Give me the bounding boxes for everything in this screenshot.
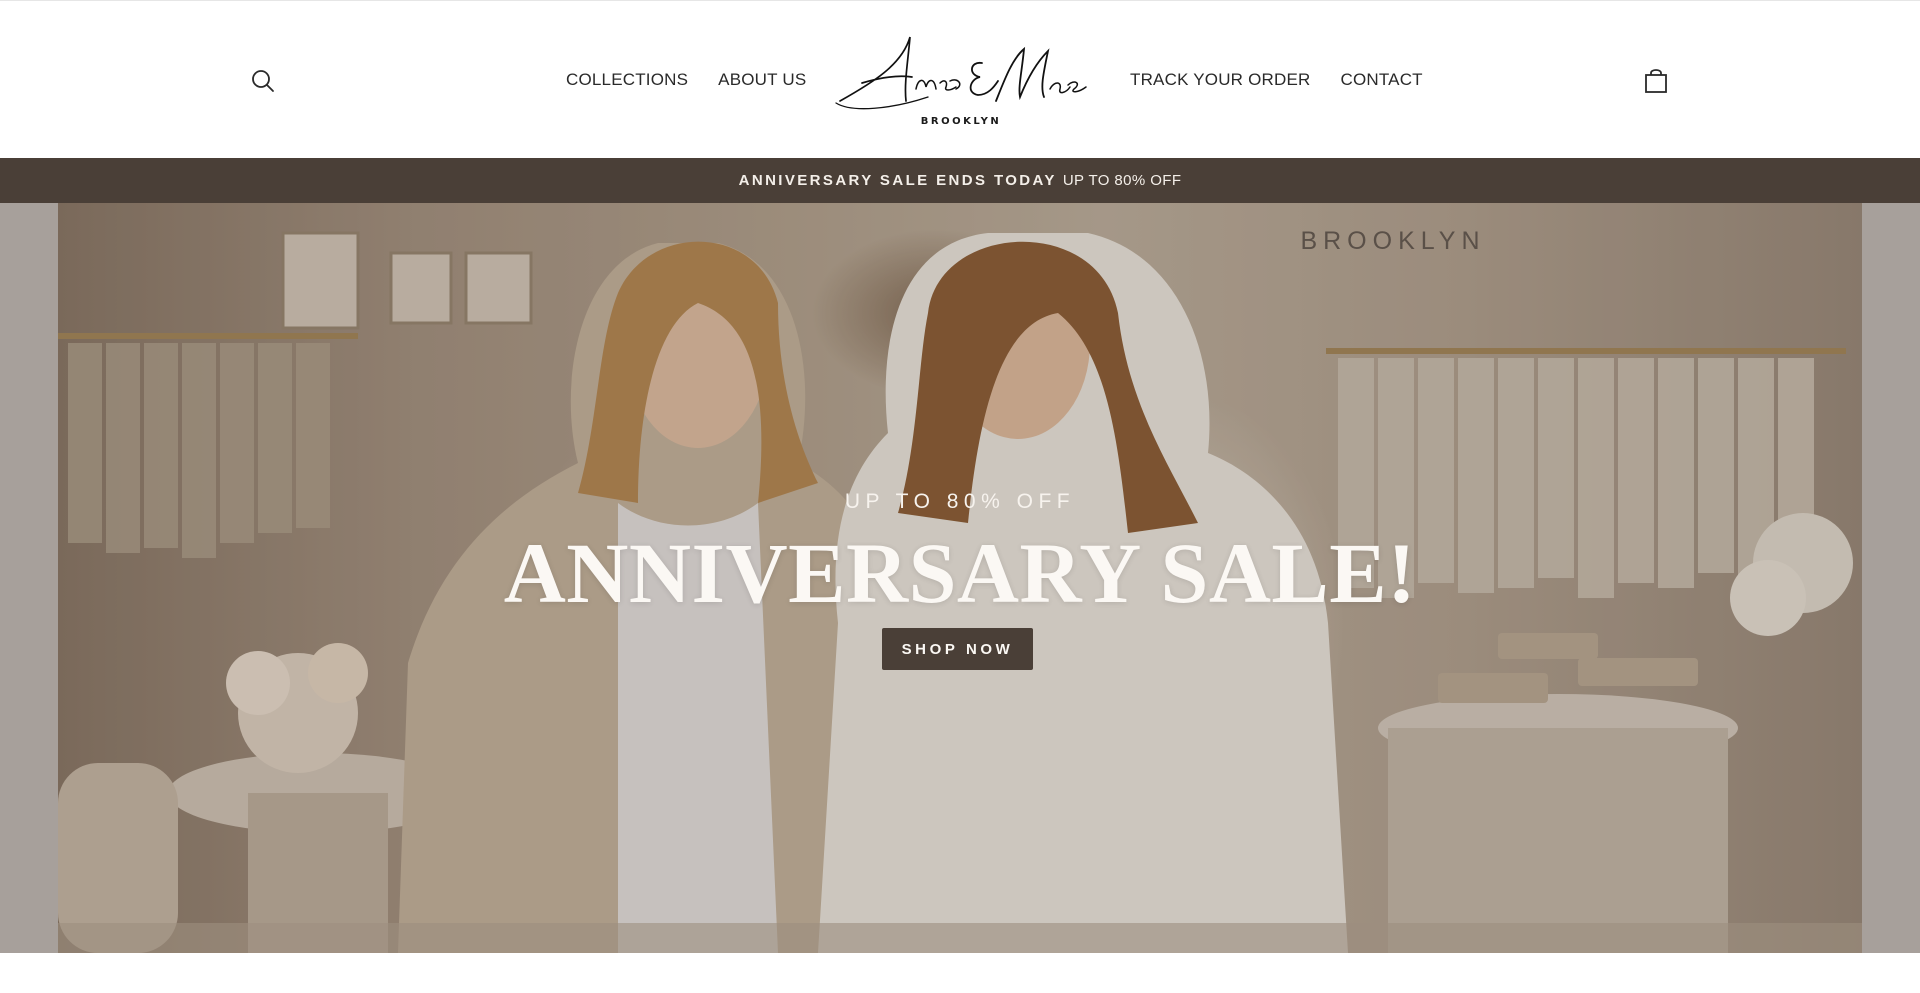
nav-item-track-your-order[interactable]: TRACK YOUR ORDER xyxy=(1130,70,1310,92)
logo-subtitle: BROOKLYN xyxy=(920,116,1002,127)
shop-now-button[interactable]: SHOP NOW xyxy=(882,628,1033,670)
logo-script-mark xyxy=(835,36,1087,110)
hero-section: BROOKLYN UP TO 80% OFF ANNIVERSARY SALE!… xyxy=(0,203,1920,953)
hero-eyebrow: UP TO 80% OFF xyxy=(844,490,1076,513)
hero-title: ANNIVERSARY SALE! xyxy=(503,525,1417,621)
nav-item-collections[interactable]: COLLECTIONS xyxy=(566,70,688,92)
cart-button[interactable] xyxy=(1643,67,1669,95)
shopping-bag-icon xyxy=(1645,69,1667,93)
announcement-detail: UP TO 80% OFF xyxy=(1062,172,1182,189)
nav-item-about-us[interactable]: ABOUT US xyxy=(718,70,806,92)
site-header: COLLECTIONS ABOUT US BROOKLYN TRACK YOUR… xyxy=(0,0,1920,158)
brand-logo[interactable]: BROOKLYN xyxy=(832,27,1090,131)
announcement-headline: ANNIVERSARY SALE ENDS TODAY xyxy=(738,172,1057,189)
hero-content: UP TO 80% OFF ANNIVERSARY SALE! SHOP NOW xyxy=(58,203,1862,953)
primary-nav-left: COLLECTIONS ABOUT US xyxy=(566,70,806,92)
primary-nav-right: TRACK YOUR ORDER CONTACT xyxy=(1130,70,1423,92)
search-icon xyxy=(252,70,274,92)
announcement-bar[interactable]: ANNIVERSARY SALE ENDS TODAY UP TO 80% OF… xyxy=(0,158,1920,203)
hero-banner: BROOKLYN UP TO 80% OFF ANNIVERSARY SALE!… xyxy=(58,203,1862,953)
nav-item-contact[interactable]: CONTACT xyxy=(1340,70,1422,92)
search-button[interactable] xyxy=(250,68,276,94)
